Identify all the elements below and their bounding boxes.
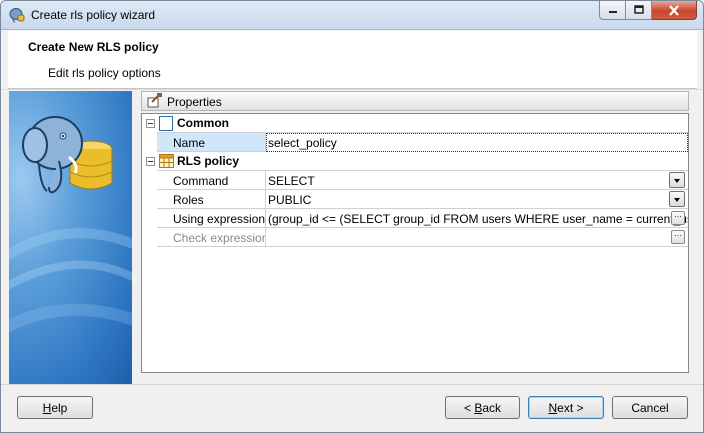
command-select[interactable]: SELECT — [266, 171, 688, 190]
category-common[interactable]: Common — [142, 114, 688, 133]
help-button[interactable]: Help — [17, 396, 93, 419]
title-bar[interactable]: Create rls policy wizard — [1, 1, 703, 30]
wizard-side-image — [9, 91, 132, 384]
properties-icon — [147, 93, 162, 108]
category-header: RLS policy — [157, 152, 688, 171]
property-name: Name — [157, 133, 266, 152]
properties-header: Properties — [141, 91, 689, 111]
gutter — [142, 171, 157, 190]
app-icon — [9, 8, 25, 23]
close-icon — [669, 4, 679, 16]
wizard-window: Create rls policy wizard Create New RLS … — [0, 0, 704, 433]
back-prefix: < — [463, 400, 475, 415]
cancel-label: Cancel — [631, 400, 669, 415]
maximize-button[interactable] — [626, 1, 652, 20]
collapse-icon[interactable] — [146, 157, 155, 166]
property-row-check-expression[interactable]: Check expression ··· — [142, 228, 688, 247]
property-name: Command — [157, 171, 266, 190]
property-grid[interactable]: Common Name select_policy RLS policy Com… — [141, 113, 689, 373]
ellipsis-icon[interactable]: ··· — [671, 230, 685, 244]
window-title: Create rls policy wizard — [31, 8, 156, 22]
property-row-command[interactable]: Command SELECT — [142, 171, 688, 190]
roles-select[interactable]: PUBLIC — [266, 190, 688, 209]
collapse-icon[interactable] — [146, 119, 155, 128]
minimize-button[interactable] — [599, 1, 626, 20]
using-expression-field[interactable]: (group_id <= (SELECT group_id FROM users… — [266, 209, 688, 228]
ellipsis-icon[interactable]: ··· — [671, 211, 685, 225]
help-mnemonic: H — [42, 400, 52, 415]
chevron-down-icon[interactable] — [669, 172, 685, 188]
window-controls — [599, 1, 697, 21]
category-label: Common — [177, 116, 229, 130]
help-label: elp — [51, 400, 68, 415]
cancel-button[interactable]: Cancel — [612, 396, 688, 419]
property-name: Roles — [157, 190, 266, 209]
gutter — [142, 190, 157, 209]
close-button[interactable] — [652, 1, 697, 20]
next-label: ext > — [557, 400, 584, 415]
gutter — [142, 228, 157, 247]
wizard-header: Create New RLS policy Edit rls policy op… — [8, 31, 697, 89]
gutter — [142, 152, 157, 171]
command-value: SELECT — [268, 174, 315, 188]
elephant-database-icon — [9, 116, 132, 333]
check-expression-field[interactable]: ··· — [266, 228, 688, 247]
table-grid-icon — [159, 154, 174, 168]
category-label: RLS policy — [177, 154, 240, 168]
gutter — [142, 133, 157, 152]
back-mnemonic: B — [474, 400, 483, 415]
header-divider — [1, 89, 703, 90]
roles-value: PUBLIC — [268, 193, 312, 207]
property-row-name[interactable]: Name select_policy — [142, 133, 688, 152]
property-name: Check expression — [157, 228, 266, 247]
blank-page-icon — [159, 116, 173, 131]
chevron-down-icon[interactable] — [669, 191, 685, 207]
gutter — [142, 114, 157, 133]
properties-label: Properties — [167, 95, 222, 109]
page-title: Create New RLS policy — [28, 40, 159, 54]
gutter — [142, 209, 157, 228]
footer-divider — [1, 384, 703, 385]
property-name: Using expression — [157, 209, 266, 228]
property-row-roles[interactable]: Roles PUBLIC — [142, 190, 688, 209]
property-row-using-expression[interactable]: Using expression (group_id <= (SELECT gr… — [142, 209, 688, 228]
page-subtitle: Edit rls policy options — [48, 66, 161, 80]
maximize-icon — [633, 5, 644, 14]
next-button[interactable]: Next > — [528, 396, 604, 419]
back-label: ack — [482, 400, 502, 415]
next-mnemonic: N — [548, 400, 558, 415]
using-expression-value: (group_id <= (SELECT group_id FROM users… — [268, 212, 688, 226]
category-rls-policy[interactable]: RLS policy — [142, 152, 688, 171]
category-header: Common — [157, 114, 688, 133]
minimize-icon — [608, 11, 617, 13]
name-value-field[interactable]: select_policy — [266, 133, 688, 152]
back-button[interactable]: < Back — [445, 396, 520, 419]
